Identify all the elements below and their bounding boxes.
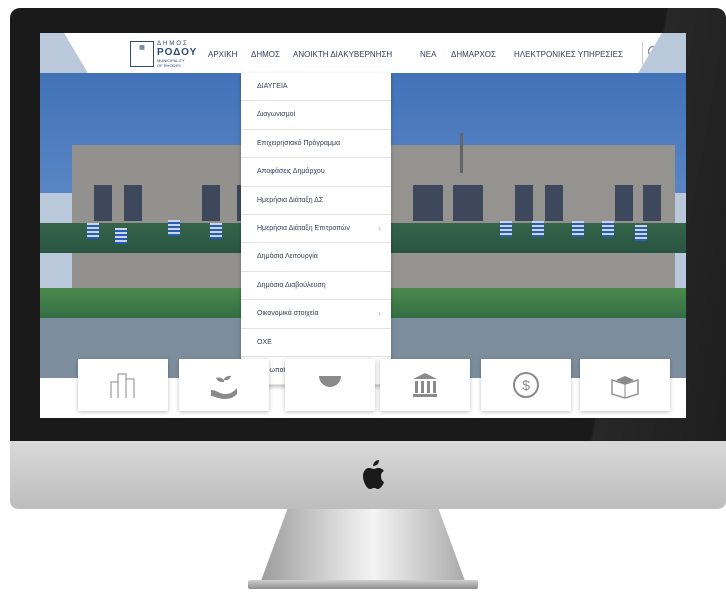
plant-in-hand-icon (211, 375, 237, 399)
nav-divider (642, 42, 643, 64)
menu-item-operational-program[interactable]: Επιχειρησιακό Πρόγραμμα (241, 130, 391, 159)
menu-item-mayor-decisions[interactable]: Αποφάσεις Δημάρχου (241, 158, 391, 187)
menu-item-label: Αποφάσεις Δημάρχου (257, 168, 325, 176)
screen: ▦ ΔΗΜΟΣ ΡΟΔΟΥ MUNICIPALITY OF RHODES ΑΡΧΙ… (40, 33, 686, 418)
site-logo[interactable]: ▦ ΔΗΜΟΣ ΡΟΔΟΥ MUNICIPALITY OF RHODES (130, 41, 198, 68)
chevron-right-icon: › (378, 223, 381, 233)
site-header: ▦ ΔΗΜΟΣ ΡΟΔΟΥ MUNICIPALITY OF RHODES ΑΡΧΙ… (64, 33, 662, 73)
tile-city[interactable] (78, 359, 168, 411)
nav-mayor[interactable]: ΔΗΜΑΡΧΟΣ (451, 50, 496, 59)
menu-item-label: Οικονομικά στοιχεία (257, 310, 319, 318)
menu-item-diavgeia[interactable]: ΔΙΑΥΓΕΙΑ (241, 73, 391, 102)
logo-emblem: ▦ (130, 41, 154, 67)
menu-item-label: Δημόσια Διαβούλευση (257, 281, 326, 289)
columns-icon (413, 373, 437, 397)
globe-icon (319, 376, 341, 387)
menu-item-label: ΟΧΕ (257, 338, 272, 346)
menu-item-financial-data[interactable]: Οικονομικά στοιχεία › (241, 300, 391, 329)
nav-news[interactable]: ΝΕΑ (420, 50, 436, 59)
menu-item-council-agenda[interactable]: Ημερήσια Διάταξη ΔΣ (241, 187, 391, 215)
tile-world[interactable] (285, 359, 375, 411)
menu-item-oxe[interactable]: ΟΧΕ (241, 329, 391, 357)
svg-text:$: $ (522, 377, 530, 393)
menu-item-public-consultation[interactable]: Δημόσια Διαβούλευση (241, 272, 391, 301)
menu-item-label: Δημόσια Λειτουργία (257, 253, 318, 261)
buildings-icon (110, 373, 135, 398)
imac-stand (258, 509, 468, 589)
logo-line3: MUNICIPALITY OF RHODES (157, 58, 185, 68)
apple-logo-icon (363, 460, 384, 489)
tile-economy[interactable]: $ (481, 359, 571, 411)
nav-open-government[interactable]: ΑΝΟΙΚΤΗ ΔΙΑΚΥΒΕΡΝΗΣΗ (293, 50, 392, 59)
menu-item-tenders[interactable]: Διαγωνισμοί (241, 101, 391, 130)
nav-municipality[interactable]: ΔΗΜΟΣ (251, 50, 280, 59)
tile-institutions[interactable] (380, 359, 470, 411)
menu-item-label: Ημερήσια Διάταξη Επιτροπών (257, 224, 350, 232)
menu-item-label: ΔΙΑΥΓΕΙΑ (257, 83, 288, 90)
chevron-right-icon: › (378, 309, 381, 319)
menu-item-label: Διαγωνισμοί (257, 111, 296, 119)
logo-of-rhodes: OF RHODES (157, 63, 181, 68)
menu-item-label: Επιχειρησιακό Πρόγραμμα (257, 139, 341, 147)
tile-environment[interactable] (179, 359, 269, 411)
menu-item-committees-agenda[interactable]: Ημερήσια Διάταξη Επιτροπών › (241, 215, 391, 244)
tile-education[interactable] (580, 359, 670, 411)
graduation-book-icon (611, 376, 639, 399)
nav-home[interactable]: ΑΡΧΙΚΗ (208, 50, 237, 59)
imac-stand-base (248, 580, 478, 589)
logo-line2: ΡΟΔΟΥ (157, 47, 198, 58)
open-government-dropdown: ΔΙΑΥΓΕΙΑ Διαγωνισμοί Επιχειρησιακό Πρόγρ… (241, 73, 391, 386)
nav-e-services[interactable]: ΗΛΕΚΤΡΟΝΙΚΕΣ ΥΠΗΡΕΣΙΕΣ (514, 50, 623, 59)
menu-item-public-service[interactable]: Δημόσια Λειτουργία (241, 243, 391, 272)
menu-item-label: Ημερήσια Διάταξη ΔΣ (257, 196, 324, 204)
dollar-globe-icon: $ (513, 372, 539, 398)
